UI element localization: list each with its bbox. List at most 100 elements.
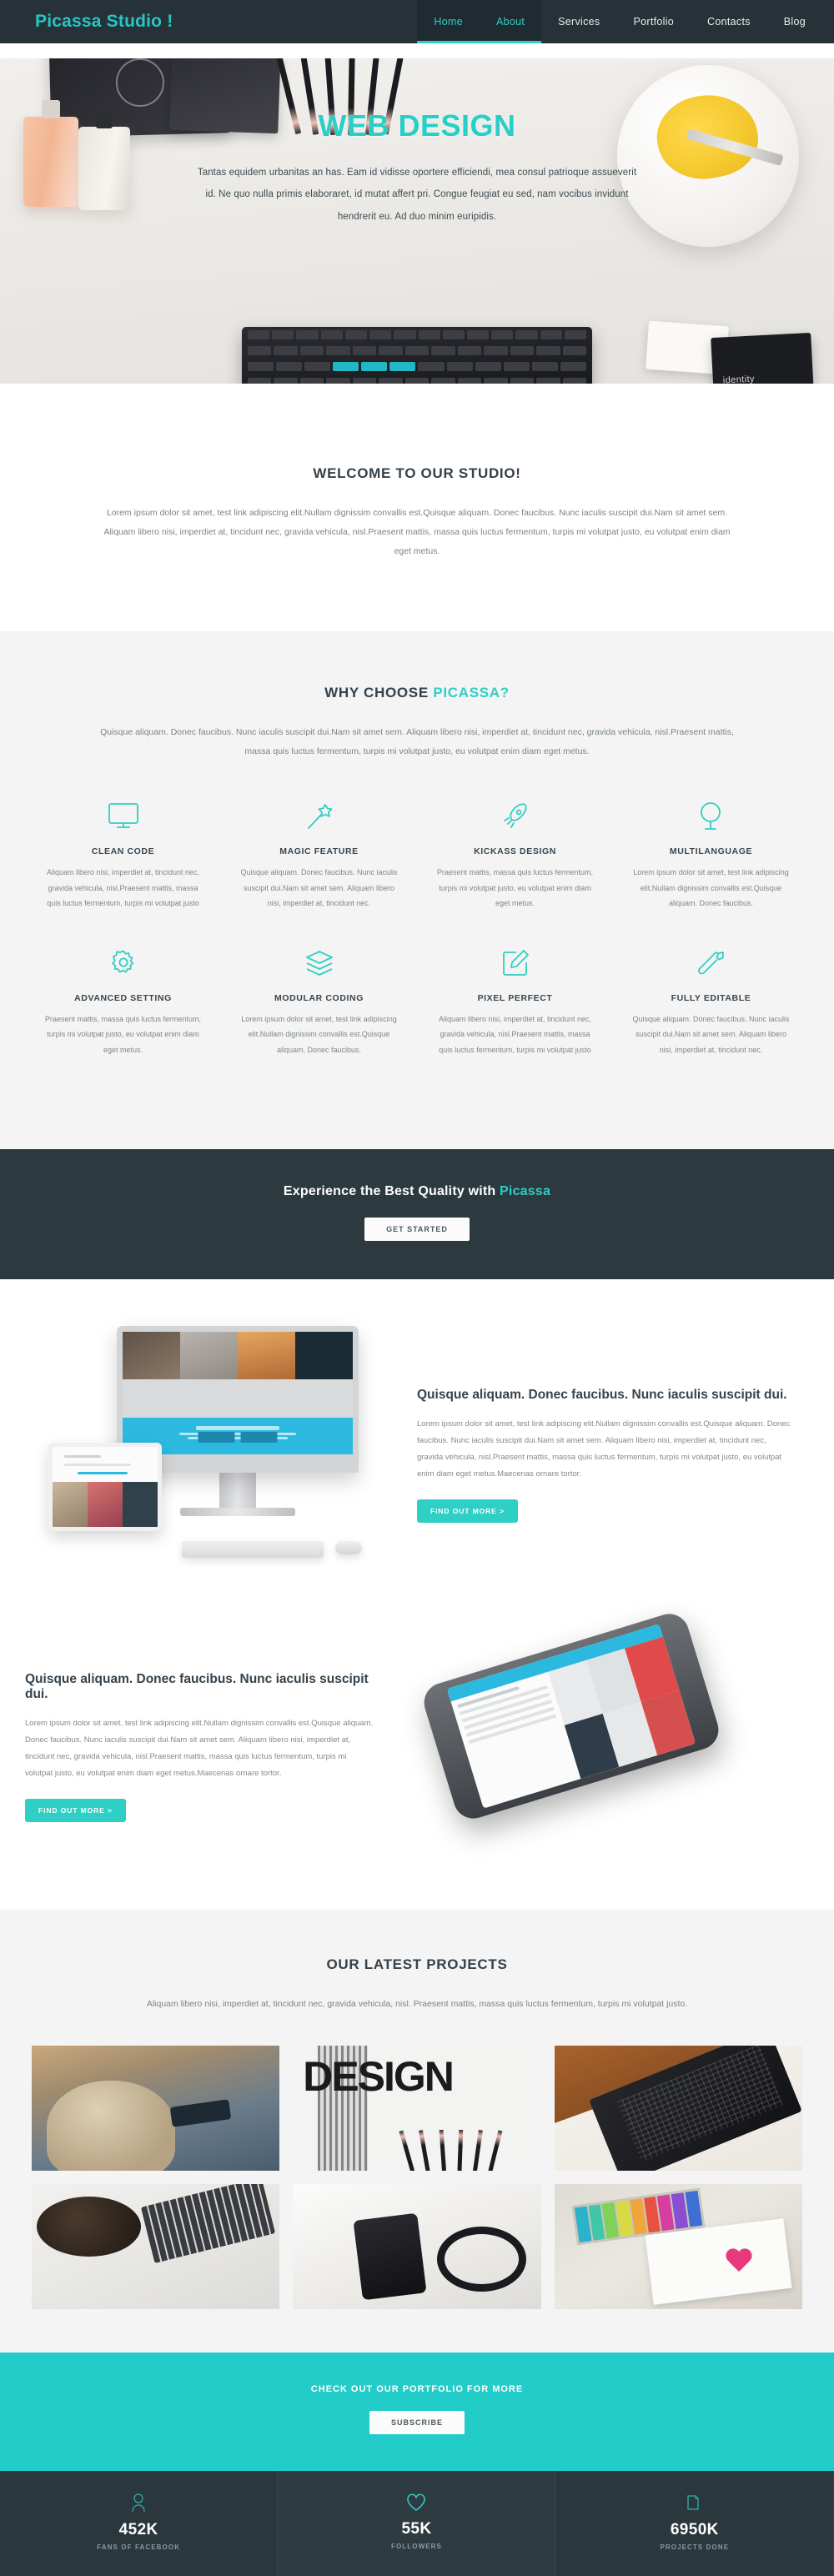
nav-item-portfolio[interactable]: Portfolio bbox=[616, 0, 691, 43]
feature-title: MAGIC FEATURE bbox=[279, 846, 359, 857]
imac-mockup bbox=[25, 1318, 417, 1593]
find-out-more-button-mobile[interactable]: FIND OUT MORE > bbox=[25, 1798, 126, 1822]
feature-title: MODULAR CODING bbox=[274, 992, 364, 1003]
cta-text-accent: Picassa bbox=[500, 1184, 551, 1199]
feature-clean-code[interactable]: CLEAN CODE Aliquam libero nisi, imperdie… bbox=[25, 798, 221, 911]
showcase-desktop-text: Quisque aliquam. Donec faucibus. Nunc ia… bbox=[417, 1388, 792, 1523]
welcome-section: WELCOME TO OUR STUDIO! Lorem ipsum dolor… bbox=[0, 402, 834, 632]
cta-dark-heading: Experience the Best Quality with Picassa bbox=[0, 1184, 834, 1199]
project-thumb-3[interactable] bbox=[548, 2039, 809, 2177]
feature-text: Praesent mattis, massa quis luctus ferme… bbox=[44, 1014, 202, 1054]
feature-title: PIXEL PERFECT bbox=[477, 992, 553, 1003]
feature-title: FULLY EDITABLE bbox=[671, 992, 751, 1003]
stat-projects-done: 6950K PROJECTS DONE bbox=[555, 2471, 834, 2576]
feature-text: Lorem ipsum dolor sit amet, test link ad… bbox=[241, 1014, 397, 1054]
design-poster-with-pencils-image[interactable]: DESIGN bbox=[293, 2046, 541, 2172]
feature-title: MULTILANGUAGE bbox=[669, 846, 753, 857]
wrench-icon bbox=[628, 945, 794, 982]
feature-pixel-perfect[interactable]: PIXEL PERFECT Aliquam libero nisi, imper… bbox=[417, 945, 613, 1057]
feature-title: ADVANCED SETTING bbox=[74, 992, 172, 1003]
feature-grid: CLEAN CODE Aliquam libero nisi, imperdie… bbox=[25, 798, 809, 1091]
cta-dark-section: Experience the Best Quality with Picassa… bbox=[0, 1149, 834, 1280]
showcase-mobile-text: Quisque aliquam. Donec faucibus. Nunc ia… bbox=[25, 1672, 400, 1822]
heart-icon bbox=[278, 2493, 555, 2512]
stats-section: 452K FANS OF FACEBOOK 55K FOLLOWERS 6950… bbox=[0, 2471, 834, 2576]
feature-multilanguage[interactable]: MULTILANGUAGE Lorem ipsum dolor sit amet… bbox=[613, 798, 809, 911]
smartphone-with-headphones-image[interactable] bbox=[293, 2184, 541, 2310]
hero-title: WEB DESIGN bbox=[318, 108, 516, 143]
stat-label: FANS OF FACEBOOK bbox=[97, 2543, 181, 2552]
feature-advanced-setting[interactable]: ADVANCED SETTING Praesent mattis, massa … bbox=[25, 945, 221, 1057]
iphone-mockup bbox=[400, 1609, 792, 1868]
feature-text: Lorem ipsum dolor sit amet, test link ad… bbox=[633, 868, 789, 908]
projects-gallery: DESIGN bbox=[25, 2039, 809, 2316]
hero-band-bottom bbox=[0, 384, 834, 402]
feature-title: CLEAN CODE bbox=[91, 846, 155, 857]
stat-value: 452K bbox=[118, 2521, 158, 2539]
showcase-desktop-body: Lorem ipsum dolor sit amet, test link ad… bbox=[417, 1419, 791, 1479]
brand-logo[interactable]: Picassa Studio ! bbox=[35, 12, 173, 32]
feature-modular-coding[interactable]: MODULAR CODING Lorem ipsum dolor sit ame… bbox=[221, 945, 417, 1057]
feature-text: Quisque aliquam. Donec faucibus. Nunc ia… bbox=[632, 1014, 790, 1054]
keyboard-icon bbox=[242, 327, 592, 392]
showcase-mobile-body: Lorem ipsum dolor sit amet, test link ad… bbox=[25, 1719, 374, 1779]
hero-band-top bbox=[0, 43, 834, 58]
drawing-pink-heart-with-markers-image[interactable] bbox=[554, 2184, 802, 2310]
find-out-more-button-desktop[interactable]: FIND OUT MORE > bbox=[417, 1499, 518, 1523]
projects-title: OUR LATEST PROJECTS bbox=[326, 1956, 508, 1973]
showcase-mobile-title: Quisque aliquam. Donec faucibus. Nunc ia… bbox=[25, 1672, 369, 1702]
hero-subtitle: Tantas equidem urbanitas an has. Eam id … bbox=[197, 168, 637, 222]
globe-icon bbox=[628, 798, 794, 835]
nav-item-blog[interactable]: Blog bbox=[767, 0, 834, 43]
stat-fans-of-facebook: 452K FANS OF FACEBOOK bbox=[0, 2471, 279, 2576]
feature-text: Aliquam libero nisi, imperdiet at, tinci… bbox=[438, 1014, 592, 1054]
projects-subtitle: Aliquam libero nisi, imperdiet at, tinci… bbox=[146, 1999, 688, 2010]
feature-kickass-design[interactable]: KICKASS DESIGN Praesent mattis, massa qu… bbox=[417, 798, 613, 911]
nav-item-home[interactable]: Home bbox=[417, 0, 480, 43]
keyboard-on-open-notebook-image[interactable] bbox=[554, 2046, 802, 2172]
why-title-plain: WHY CHOOSE bbox=[324, 685, 434, 701]
heart-drawing-icon bbox=[725, 2249, 753, 2274]
feature-fully-editable[interactable]: FULLY EDITABLE Quisque aliquam. Donec fa… bbox=[613, 945, 809, 1057]
nav-item-contacts[interactable]: Contacts bbox=[691, 0, 767, 43]
main-navigation: Home About Services Portfolio Contacts B… bbox=[417, 0, 834, 43]
welcome-body: Lorem ipsum dolor sit amet, test link ad… bbox=[103, 508, 731, 557]
feature-text: Aliquam libero nisi, imperdiet at, tinci… bbox=[46, 868, 200, 908]
rocket-icon bbox=[432, 798, 598, 835]
apple-keyboard-icon bbox=[182, 1541, 324, 1559]
hero-section: identity WEB DESIGN Tantas equidem urban… bbox=[0, 43, 834, 402]
feature-magic-feature[interactable]: MAGIC FEATURE Quisque aliquam. Donec fau… bbox=[221, 798, 417, 911]
project-thumb-4[interactable] bbox=[25, 2177, 286, 2316]
woman-photographing-with-phone-image[interactable] bbox=[32, 2046, 280, 2172]
gear-icon bbox=[40, 945, 206, 982]
subscribe-section: CHECK OUT OUR PORTFOLIO FOR MORE SUBSCRI… bbox=[0, 2353, 834, 2472]
why-choose-title: WHY CHOOSE PICASSA? bbox=[100, 685, 734, 701]
project-thumb-6[interactable] bbox=[548, 2177, 809, 2316]
ipad-mockup bbox=[48, 1443, 162, 1532]
iphone-screen bbox=[446, 1624, 696, 1809]
showcase-mobile-section: Quisque aliquam. Donec faucibus. Nunc ia… bbox=[0, 1609, 834, 1911]
nav-item-about[interactable]: About bbox=[479, 0, 542, 43]
monitor-icon bbox=[40, 798, 206, 835]
subscribe-button[interactable]: SUBSCRIBE bbox=[369, 2411, 465, 2435]
magic-wand-icon bbox=[236, 798, 402, 835]
feature-title: KICKASS DESIGN bbox=[474, 846, 556, 857]
apple-logo-icon bbox=[234, 1459, 242, 1469]
why-choose-body: Quisque aliquam. Donec faucibus. Nunc ia… bbox=[100, 727, 734, 757]
feature-text: Quisque aliquam. Donec faucibus. Nunc ia… bbox=[240, 868, 398, 908]
feature-text: Praesent mattis, massa quis luctus ferme… bbox=[436, 868, 594, 908]
coffee-laptop-and-iphone-image[interactable] bbox=[32, 2184, 280, 2310]
nav-item-services[interactable]: Services bbox=[541, 0, 616, 43]
project-thumb-2[interactable]: DESIGN bbox=[286, 2039, 547, 2177]
subscribe-heading: CHECK OUT OUR PORTFOLIO FOR MORE bbox=[310, 2384, 524, 2395]
showcase-desktop-title: Quisque aliquam. Donec faucibus. Nunc ia… bbox=[417, 1388, 787, 1403]
why-title-accent: PICASSA? bbox=[433, 685, 510, 701]
get-started-button[interactable]: GET STARTED bbox=[364, 1218, 470, 1242]
folder-icon bbox=[556, 2493, 833, 2513]
stat-label: PROJECTS DONE bbox=[660, 2543, 730, 2552]
project-thumb-5[interactable] bbox=[286, 2177, 547, 2316]
hero-overlay: WEB DESIGN Tantas equidem urbanitas an h… bbox=[0, 108, 834, 228]
project-thumb-1[interactable] bbox=[25, 2039, 286, 2177]
cta-text-plain: Experience the Best Quality with bbox=[283, 1184, 500, 1199]
stat-value: 55K bbox=[401, 2520, 432, 2538]
